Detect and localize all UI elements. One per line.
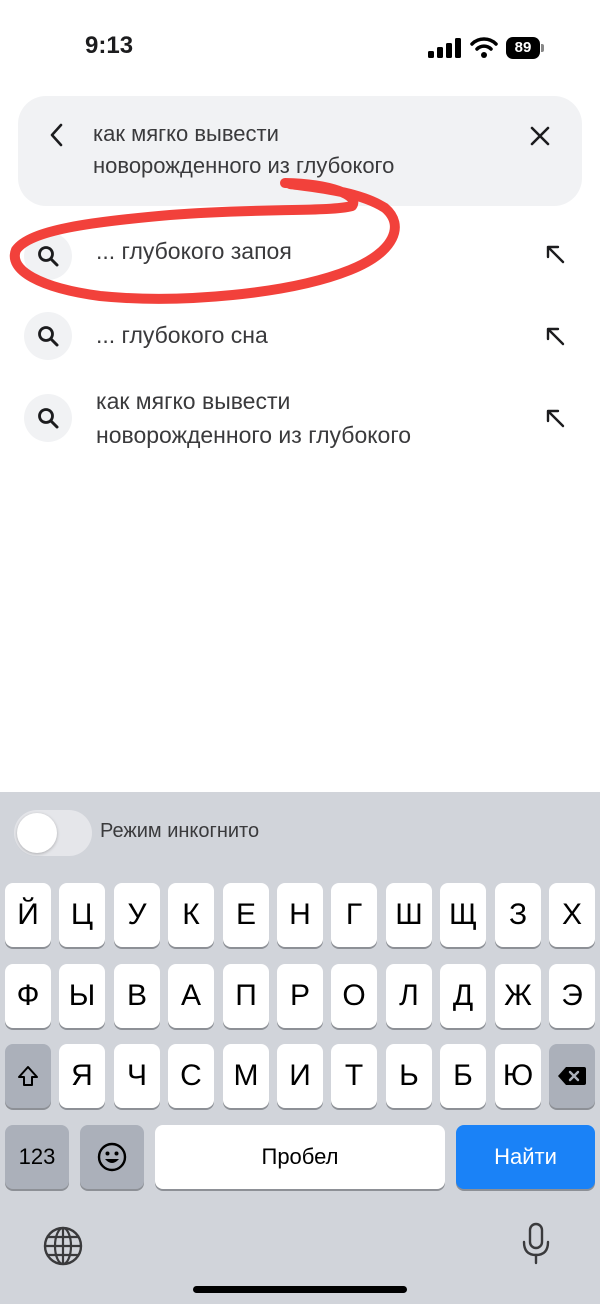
emoji-key[interactable] — [80, 1125, 144, 1189]
key[interactable]: М — [223, 1044, 269, 1108]
key[interactable]: Ш — [386, 883, 432, 947]
search-query-line-1: как мягко вывести — [93, 121, 279, 146]
key[interactable]: Й — [5, 883, 51, 947]
key[interactable]: П — [223, 964, 269, 1028]
suggestion-icon-wrap — [24, 394, 72, 442]
suggestion-text: как мягко вывести новорожденного из глуб… — [96, 384, 516, 452]
microphone-icon[interactable] — [520, 1222, 552, 1266]
search-query-text[interactable]: как мягко вывести новорожденного из глуб… — [93, 118, 513, 182]
key[interactable]: Р — [277, 964, 323, 1028]
close-icon[interactable] — [528, 124, 552, 148]
key[interactable]: Ы — [59, 964, 105, 1028]
key[interactable]: К — [168, 883, 214, 947]
key[interactable]: Ж — [495, 964, 541, 1028]
key[interactable]: Д — [440, 964, 486, 1028]
key[interactable]: И — [277, 1044, 323, 1108]
search-icon — [38, 246, 59, 267]
key[interactable]: В — [114, 964, 160, 1028]
suggestion-text-line-1: как мягко вывести — [96, 388, 291, 414]
shift-icon — [18, 1066, 38, 1086]
battery-indicator: 89 — [506, 37, 544, 59]
battery-level: 89 — [506, 37, 540, 59]
key[interactable]: Ч — [114, 1044, 160, 1108]
backspace-icon — [558, 1067, 586, 1085]
suggestion-text: ... глубокого сна — [96, 322, 268, 348]
suggestion-item[interactable]: как мягко вывести новорожденного из глуб… — [0, 384, 600, 456]
toggle-knob — [17, 813, 57, 853]
key[interactable]: Г — [331, 883, 377, 947]
search-query-line-2: новорожденного из глубокого — [93, 153, 395, 178]
space-key[interactable]: Пробел — [155, 1125, 445, 1189]
fill-query-arrow-icon[interactable] — [543, 242, 567, 266]
suggestion-item[interactable]: ... глубокого сна — [0, 310, 600, 366]
key[interactable]: Я — [59, 1044, 105, 1108]
cellular-signal-icon — [428, 38, 461, 58]
suggestion-text-line-2: новорожденного из глубокого — [96, 422, 412, 448]
suggestion-icon-wrap — [24, 312, 72, 360]
backspace-key[interactable] — [549, 1044, 595, 1108]
key[interactable]: Щ — [440, 883, 486, 947]
emoji-icon — [97, 1142, 127, 1172]
fill-query-arrow-icon[interactable] — [543, 324, 567, 348]
key[interactable]: Б — [440, 1044, 486, 1108]
key[interactable]: Х — [549, 883, 595, 947]
key[interactable]: С — [168, 1044, 214, 1108]
key[interactable]: А — [168, 964, 214, 1028]
key[interactable]: Т — [331, 1044, 377, 1108]
globe-icon[interactable] — [42, 1225, 84, 1267]
key[interactable]: Э — [549, 964, 595, 1028]
home-indicator[interactable] — [193, 1286, 407, 1293]
search-icon — [38, 408, 59, 429]
suggestion-icon-wrap — [24, 232, 72, 280]
key[interactable]: Ф — [5, 964, 51, 1028]
incognito-toggle[interactable] — [14, 810, 92, 856]
key[interactable]: О — [331, 964, 377, 1028]
shift-key[interactable] — [5, 1044, 51, 1108]
key[interactable]: Е — [223, 883, 269, 947]
fill-query-arrow-icon[interactable] — [543, 406, 567, 430]
incognito-label: Режим инкогнито — [100, 820, 260, 842]
numbers-key[interactable]: 123 — [5, 1125, 69, 1189]
suggestion-item[interactable]: ... глубокого запоя — [0, 228, 600, 284]
search-go-button[interactable]: Найти — [456, 1125, 595, 1189]
key[interactable]: Л — [386, 964, 432, 1028]
suggestion-text: ... глубокого запоя — [96, 238, 292, 264]
wifi-icon — [470, 37, 498, 58]
status-time: 9:13 — [85, 32, 134, 59]
search-icon — [38, 326, 59, 347]
key[interactable]: Ц — [59, 883, 105, 947]
key[interactable]: У — [114, 883, 160, 947]
key[interactable]: Н — [277, 883, 323, 947]
key[interactable]: З — [495, 883, 541, 947]
back-arrow-icon[interactable] — [46, 122, 68, 148]
battery-cap — [541, 44, 544, 52]
key[interactable]: Ь — [386, 1044, 432, 1108]
key[interactable]: Ю — [495, 1044, 541, 1108]
